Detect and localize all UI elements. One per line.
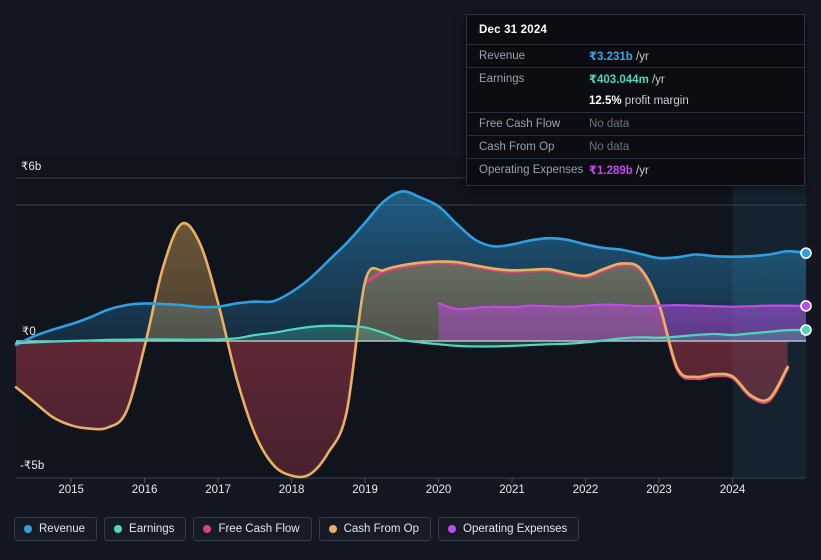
x-axis-tick-2023: 2023 — [646, 484, 672, 496]
tooltip-row-amount: ₹3.231b — [589, 51, 633, 63]
x-axis-tick-2017: 2017 — [205, 484, 231, 496]
legend-item-label: Free Cash Flow — [218, 523, 300, 535]
endpoint-marker-operating-expenses — [800, 300, 812, 312]
x-axis-tick-2022: 2022 — [572, 484, 599, 496]
tooltip-row-label: Free Cash Flow — [479, 118, 561, 130]
tooltip-date: Dec 31 2024 — [479, 24, 548, 36]
tooltip-row: 12.5% profit margin — [467, 90, 804, 112]
legend-color-dot-icon — [203, 525, 212, 533]
y-axis-label-top: ₹6b — [21, 161, 42, 173]
tooltip-row-label: Operating Expenses — [479, 164, 584, 176]
legend-color-dot-icon — [24, 525, 32, 533]
tooltip-row-amount: ₹403.044m — [589, 74, 649, 86]
tooltip-row: Revenue ₹3.231b /yr — [467, 44, 804, 67]
legend-color-dot-icon — [448, 525, 457, 533]
x-axis-tick-2016: 2016 — [131, 484, 158, 496]
y-axis-label-bottom: -₹5b — [20, 460, 45, 472]
tooltip-no-data: No data — [589, 141, 630, 153]
tooltip-row-unit: /yr — [648, 74, 665, 86]
tooltip-row-value: No data — [589, 118, 629, 130]
tooltip-no-data: No data — [589, 118, 630, 130]
legend-color-dot-icon — [328, 525, 337, 533]
x-axis-tick-2015: 2015 — [58, 484, 84, 496]
financial-chart-widget: ₹6b ₹0 -₹5b 2015 2016 2017 2018 2019 2020 2021… — [0, 0, 821, 560]
legend-item-free-cash-flow[interactable]: Free Cash Flow — [193, 517, 312, 541]
tooltip-row-unit: /yr — [632, 51, 649, 63]
tooltip-row-value: No data — [589, 141, 629, 153]
tooltip-row-value: ₹403.044m /yr — [589, 72, 665, 86]
legend-item-earnings[interactable]: Earnings — [104, 517, 187, 541]
tooltip-row-label: Revenue — [479, 50, 526, 62]
tooltip-row: Cash From Op No data — [467, 135, 804, 158]
tooltip-row-amount: ₹1.289b — [589, 165, 633, 177]
tooltip-row-value: ₹1.289b /yr — [589, 163, 649, 177]
x-axis-tick-2024: 2024 — [719, 484, 746, 496]
tooltip-rows: Revenue ₹3.231b /yr Earnings ₹403.044m /yr 1… — [467, 44, 804, 181]
legend-item-operating-expenses[interactable]: Operating Expenses — [438, 517, 580, 541]
tooltip-row-amount: 12.5% — [589, 95, 622, 107]
tooltip-row: Free Cash Flow No data — [467, 112, 804, 135]
endpoint-marker-revenue — [800, 247, 812, 259]
x-axis-tick-2019: 2019 — [352, 484, 378, 496]
legend-item-cash-from-op[interactable]: Cash From Op — [318, 517, 432, 541]
tooltip-row-label: Cash From Op — [479, 141, 555, 153]
legend-color-dot-icon — [114, 525, 123, 533]
tooltip-row-unit: /yr — [632, 165, 649, 177]
legend-item-label: Revenue — [39, 523, 86, 535]
tooltip-row: Earnings ₹403.044m /yr — [467, 67, 804, 90]
legend-item-label: Operating Expenses — [463, 523, 568, 535]
tooltip-row-value: 12.5% profit margin — [589, 95, 689, 107]
x-axis-tick-2018: 2018 — [278, 484, 305, 496]
chart-legend[interactable]: Revenue Earnings Free Cash Flow Cash From O… — [14, 517, 580, 541]
chart-tooltip: Dec 31 2024 Revenue ₹3.231b /yr Earnings ₹4… — [466, 14, 805, 186]
legend-item-label: Cash From Op — [343, 523, 420, 535]
tooltip-row: Operating Expenses ₹1.289b /yr — [467, 158, 804, 181]
endpoint-marker-earnings — [800, 324, 812, 336]
legend-item-label: Earnings — [129, 523, 175, 535]
tooltip-row-value: ₹3.231b /yr — [589, 49, 649, 63]
tooltip-row-unit: profit margin — [621, 95, 689, 107]
tooltip-row-label: Earnings — [479, 73, 525, 85]
y-axis-label-zero: ₹0 — [22, 326, 36, 338]
x-axis-tick-2020: 2020 — [425, 484, 452, 496]
x-axis-tick-2021: 2021 — [499, 484, 525, 496]
legend-item-revenue[interactable]: Revenue — [14, 517, 98, 541]
